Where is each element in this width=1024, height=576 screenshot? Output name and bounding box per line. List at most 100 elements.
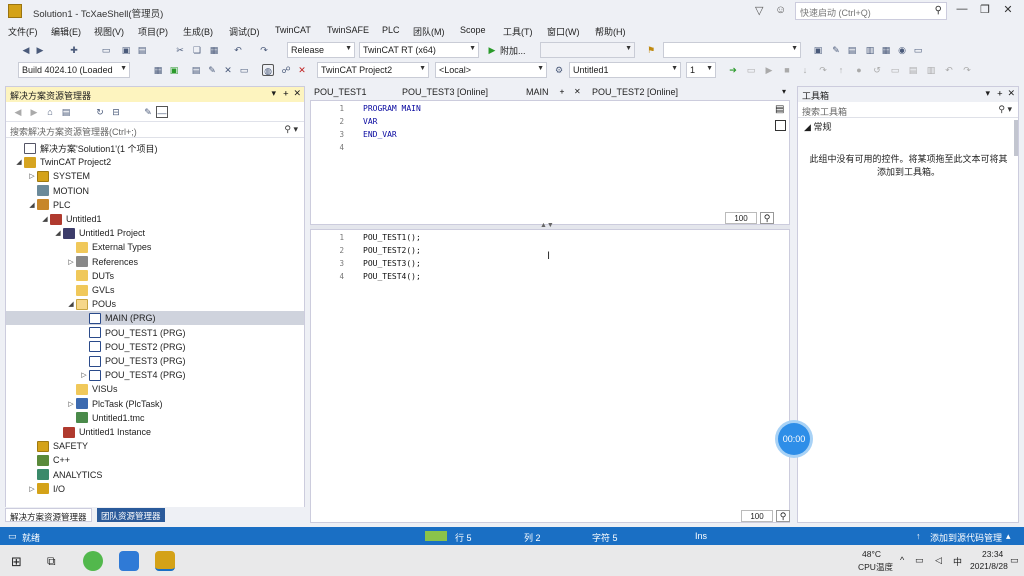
close-icon[interactable]: ✕: [1007, 88, 1015, 99]
tab-pou-test2[interactable]: POU_TEST2 [Online]: [588, 85, 682, 100]
menu-twinsafe[interactable]: TwinSAFE: [327, 25, 369, 35]
config-select[interactable]: Release ▼: [287, 42, 355, 58]
tool-icon[interactable]: ▥: [864, 44, 876, 56]
tree-node[interactable]: SAFETY: [6, 439, 304, 453]
forward-icon[interactable]: ▶: [28, 106, 40, 118]
step-over-icon[interactable]: ↷: [817, 64, 829, 76]
add-to-source-control[interactable]: 添加到源代码管理: [930, 531, 1002, 544]
dropdown-icon[interactable]: ▾: [985, 88, 990, 99]
new-project-icon[interactable]: ✚: [68, 44, 80, 56]
menu-help[interactable]: 帮助(H): [595, 25, 626, 38]
tree-node[interactable]: ▷ References: [6, 255, 304, 269]
menu-window[interactable]: 窗口(W): [547, 25, 580, 38]
redo-icon[interactable]: ↷: [961, 64, 973, 76]
toolbox-section[interactable]: ◢ 常规: [798, 118, 1018, 132]
instance-select[interactable]: 1 ▼: [686, 62, 716, 78]
tree-node[interactable]: POU_TEST2 (PRG): [6, 340, 304, 354]
toggle-icon[interactable]: ▭: [238, 64, 250, 76]
toolbox-icon[interactable]: ▤: [846, 44, 858, 56]
copy-icon[interactable]: ❏: [191, 44, 203, 56]
menu-build[interactable]: 生成(B): [183, 25, 213, 38]
chevron-up-icon[interactable]: ^: [900, 555, 904, 565]
tree-node[interactable]: ◢ Untitled1: [6, 212, 304, 226]
preview-icon[interactable]: —: [156, 106, 168, 118]
tree-node[interactable]: Untitled1 Instance: [6, 425, 304, 439]
tab-pou-test1[interactable]: POU_TEST1: [310, 85, 371, 100]
stop-icon[interactable]: ■: [781, 64, 793, 76]
properties-icon[interactable]: ✎: [142, 106, 154, 118]
free-run-icon[interactable]: ◍: [262, 64, 274, 76]
expander-icon[interactable]: ▷: [27, 172, 37, 180]
tree-node[interactable]: ▷ PlcTask (PlcTask): [6, 397, 304, 411]
write-icon[interactable]: ▤: [907, 64, 919, 76]
zoom-icon[interactable]: ⚲: [776, 510, 790, 522]
close-button[interactable]: ✕: [998, 3, 1018, 16]
quick-launch-input[interactable]: 快速启动 (Ctrl+Q) ⚲: [795, 2, 947, 20]
find-icon[interactable]: ⚑: [645, 44, 657, 56]
activate-icon[interactable]: ▦: [152, 64, 164, 76]
solution-icon[interactable]: ▣: [812, 44, 824, 56]
plc-select[interactable]: Untitled1 ▼: [569, 62, 681, 78]
disconnect-icon[interactable]: ✕: [296, 64, 308, 76]
close-icon[interactable]: ✕: [293, 88, 301, 99]
play-icon[interactable]: ▶: [486, 44, 498, 56]
menu-scope[interactable]: Scope: [460, 25, 486, 35]
recording-timer[interactable]: 00:00: [778, 423, 810, 455]
expander-icon[interactable]: ◢: [27, 201, 37, 209]
step-out-icon[interactable]: ↑: [835, 64, 847, 76]
save-all-icon[interactable]: ▤: [136, 44, 148, 56]
network-icon[interactable]: ☍: [280, 64, 292, 76]
filter-icon[interactable]: ▽: [755, 4, 763, 17]
chevron-up-icon[interactable]: ▴: [1006, 531, 1011, 542]
notification-icon[interactable]: ▭: [1010, 555, 1019, 566]
menu-tools[interactable]: 工具(T): [503, 25, 533, 38]
extensions-icon[interactable]: ▦: [880, 44, 892, 56]
target-select[interactable]: <Local> ▼: [435, 62, 547, 78]
tab-solution-explorer[interactable]: 解决方案资源管理器: [5, 508, 92, 522]
tree-node[interactable]: MOTION: [6, 184, 304, 198]
menu-team[interactable]: 团队(M): [413, 25, 445, 38]
config-mode-icon[interactable]: ✎: [206, 64, 218, 76]
tree-node[interactable]: ◢ POUs: [6, 297, 304, 311]
tree-node[interactable]: VISUs: [6, 382, 304, 396]
refresh-icon[interactable]: ↻: [94, 106, 106, 118]
implementation-editor[interactable]: 1 2 3 4 POU_TEST1(); POU_TEST2(); POU_TE…: [310, 229, 790, 523]
properties-icon[interactable]: ✎: [830, 44, 842, 56]
tree-node[interactable]: GVLs: [6, 283, 304, 297]
force-icon[interactable]: ▥: [925, 64, 937, 76]
tab-pou-test3[interactable]: POU_TEST3 [Online]: [398, 85, 492, 100]
watch-icon[interactable]: ▭: [889, 64, 901, 76]
menu-file[interactable]: 文件(F): [8, 25, 38, 38]
tree-node[interactable]: POU_TEST1 (PRG): [6, 326, 304, 340]
menu-plc[interactable]: PLC: [382, 25, 400, 35]
zoom-level[interactable]: 100: [725, 212, 757, 224]
declaration-editor[interactable]: 1 2 3 4 PROGRAM MAIN VAR END_VAR ▤ 100 ⚲: [310, 100, 790, 225]
tree-node[interactable]: C++: [6, 453, 304, 467]
feedback-icon[interactable]: ☺: [775, 4, 786, 16]
tree-node[interactable]: DUTs: [6, 269, 304, 283]
tree-node[interactable]: ▷ I/O: [6, 482, 304, 496]
expander-icon[interactable]: ▷: [27, 485, 37, 493]
menu-twincat[interactable]: TwinCAT: [275, 25, 311, 35]
login-icon[interactable]: ➔: [727, 64, 739, 76]
tree-node[interactable]: 解决方案'Solution1'(1 个项目): [6, 141, 304, 155]
menu-debug[interactable]: 调试(D): [229, 25, 260, 38]
expander-icon[interactable]: ◢: [66, 300, 76, 308]
save-icon[interactable]: ▣: [120, 44, 132, 56]
tree-node[interactable]: External Types: [6, 240, 304, 254]
ime-indicator[interactable]: 中: [953, 555, 962, 568]
dropdown-icon[interactable]: ▾: [271, 88, 276, 99]
close-icon[interactable]: ✕: [574, 87, 581, 96]
expander-icon[interactable]: ▷: [66, 258, 76, 266]
tree-node[interactable]: ANALYTICS: [6, 468, 304, 482]
undo-icon[interactable]: ↶: [232, 44, 244, 56]
tree-node[interactable]: POU_TEST3 (PRG): [6, 354, 304, 368]
pin-icon[interactable]: ᚐ: [560, 87, 564, 96]
tree-node[interactable]: ◢ Untitled1 Project: [6, 226, 304, 240]
zoom-icon[interactable]: ⚲: [760, 212, 774, 224]
pin-icon[interactable]: ᚐ: [998, 88, 1002, 99]
breakpoint-icon[interactable]: ●: [853, 64, 865, 76]
tabular-view-icon[interactable]: [775, 120, 786, 131]
debug-target-select[interactable]: ▼: [540, 42, 635, 58]
minimize-button[interactable]: —: [952, 3, 972, 15]
